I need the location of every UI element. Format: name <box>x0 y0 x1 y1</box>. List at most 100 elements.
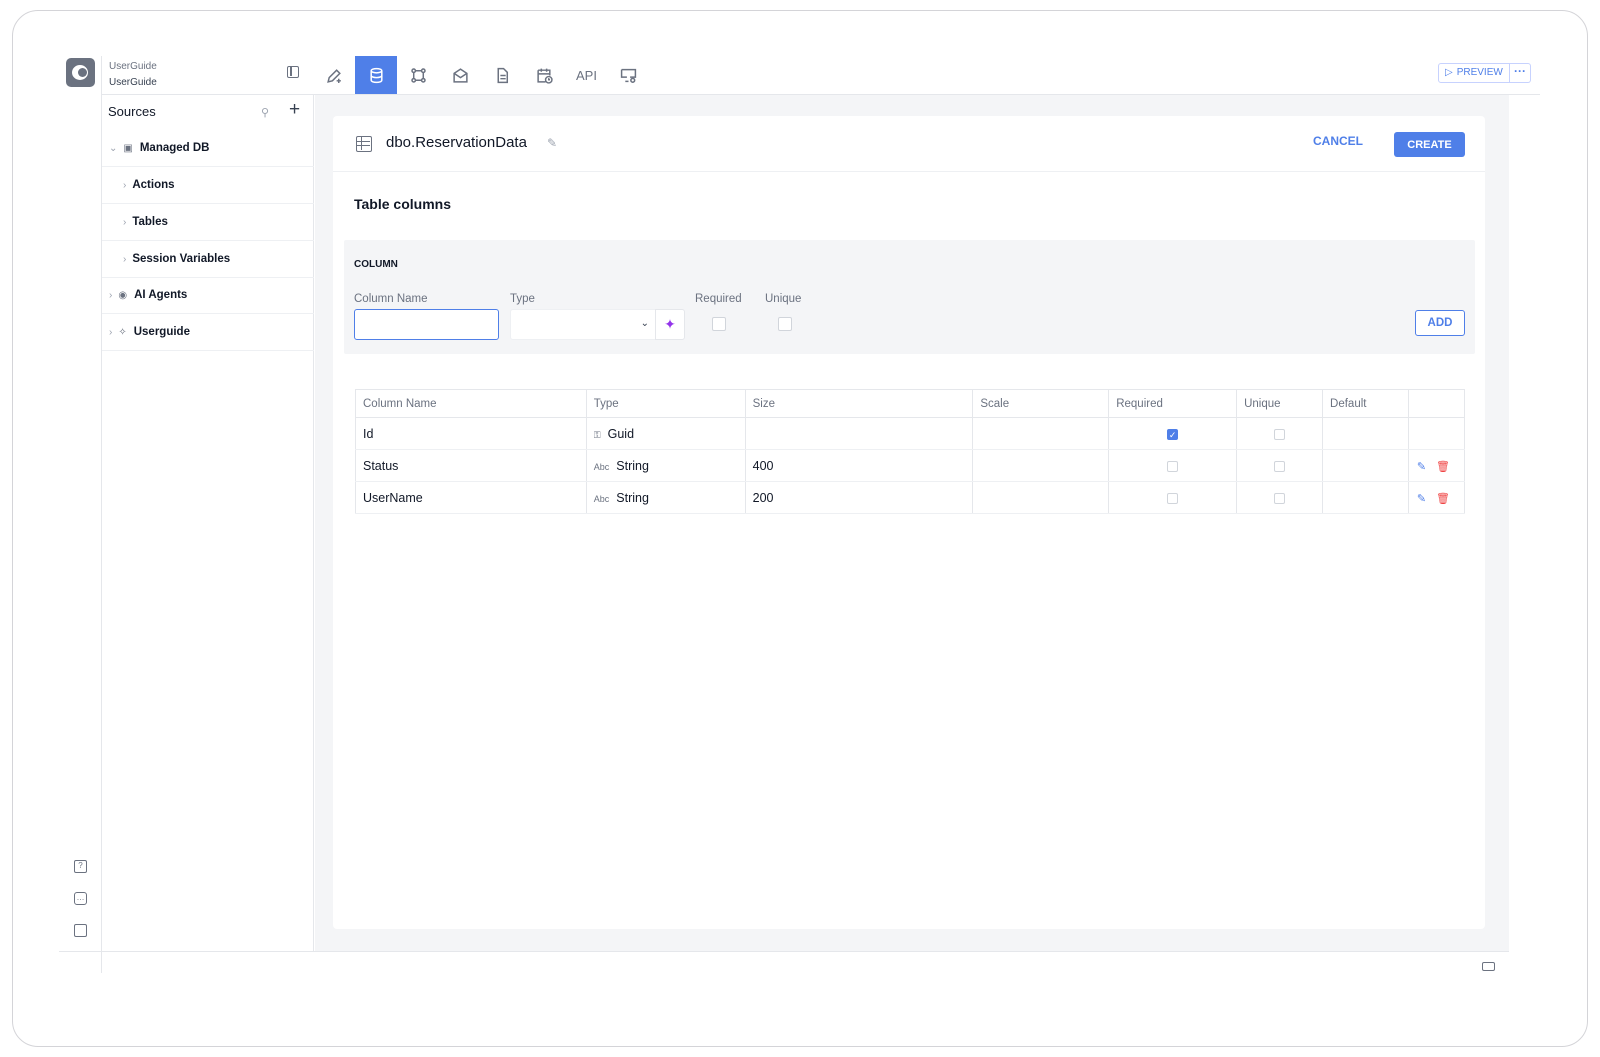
required-checkbox[interactable] <box>1167 460 1179 472</box>
tree-item-userguide[interactable]: › ✧ Userguide <box>102 314 314 351</box>
tree-item-label: Tables <box>132 216 168 228</box>
envelope-icon <box>453 67 468 83</box>
tab-scheduler[interactable] <box>523 56 565 94</box>
add-source-icon[interactable]: + <box>289 99 300 121</box>
header-scale: Scale <box>972 389 1110 418</box>
tab-workflows[interactable] <box>397 56 439 94</box>
database-icon <box>370 67 383 83</box>
tab-api[interactable]: API <box>565 56 607 94</box>
tree-item-actions[interactable]: › Actions <box>102 167 314 204</box>
chevron-down-icon: ⌄ <box>109 142 118 154</box>
tab-email[interactable] <box>439 56 481 94</box>
unique-checkbox[interactable] <box>1274 460 1286 472</box>
columns-table: Column Name Type Size Scale Required Uni… <box>355 389 1466 514</box>
header-size: Size <box>745 389 974 418</box>
text-type-icon: Abc <box>593 461 610 472</box>
chevron-right-icon: › <box>123 253 127 265</box>
cell-required <box>1108 481 1238 514</box>
cell-unique <box>1236 417 1324 450</box>
table-row[interactable]: UserName Abc String 200 ✎ 🗑 <box>355 481 1466 514</box>
cell-required: ✓ <box>1108 417 1238 450</box>
tree-item-session-variables[interactable]: › Session Variables <box>102 241 314 278</box>
header-column-name: Column Name <box>355 389 587 418</box>
app-shell: ? … UserGuide UserGuide API ▷ PREVIEW ··… <box>59 56 1540 973</box>
key-icon: ⚿ <box>593 429 601 440</box>
trash-icon[interactable]: 🗑 <box>1436 461 1450 473</box>
edit-name-icon[interactable]: ✎ <box>547 136 557 150</box>
main-area: dbo.ReservationData ✎ CANCEL CREATE Tabl… <box>315 95 1509 952</box>
unique-checkbox[interactable] <box>1274 492 1286 504</box>
table-header-row: Column Name Type Size Scale Required Uni… <box>355 389 1466 418</box>
app-logo[interactable] <box>66 58 95 87</box>
required-checkbox[interactable] <box>712 317 726 331</box>
eye-icon: ◉ <box>118 289 128 301</box>
tab-design[interactable] <box>313 56 355 94</box>
cell-actions <box>1408 417 1466 450</box>
header-actions <box>1408 389 1466 418</box>
tab-data[interactable] <box>355 56 397 94</box>
cancel-button[interactable]: CANCEL <box>1313 134 1363 148</box>
edit-icon[interactable]: ✎ <box>1417 461 1426 473</box>
panel-header: COLUMN <box>354 259 398 270</box>
required-checkbox[interactable] <box>1167 492 1179 504</box>
search-icon[interactable]: ⚲ <box>261 106 269 119</box>
cell-actions: ✎ 🗑 <box>1408 449 1466 482</box>
tree-item-managed-db[interactable]: ⌄ ▣ Managed DB <box>102 130 314 167</box>
chevron-right-icon: › <box>123 216 127 228</box>
tab-documents[interactable] <box>481 56 523 94</box>
status-bar-divider <box>59 951 1509 952</box>
cell-required <box>1108 449 1238 482</box>
required-label: Required <box>695 293 742 305</box>
help-icon[interactable]: ? <box>74 860 87 873</box>
create-button[interactable]: CREATE <box>1394 132 1465 157</box>
ai-suggest-button[interactable]: ✦ <box>655 309 685 340</box>
cell-scale <box>972 481 1110 514</box>
unique-checkbox[interactable] <box>1274 428 1286 440</box>
trash-icon[interactable]: 🗑 <box>1436 493 1450 505</box>
tree-item-tables[interactable]: › Tables <box>102 204 314 241</box>
column-name-input[interactable] <box>354 309 499 340</box>
type-value: String <box>616 490 649 505</box>
header-default: Default <box>1322 389 1409 418</box>
unique-checkbox[interactable] <box>778 317 792 331</box>
workflow-icon <box>411 67 426 83</box>
table-editor-card: dbo.ReservationData ✎ CANCEL CREATE Tabl… <box>333 116 1485 929</box>
table-icon <box>356 136 372 152</box>
cell-name: UserName <box>355 481 587 514</box>
type-value: Guid <box>607 426 635 441</box>
chevron-right-icon: › <box>109 289 113 301</box>
tree-item-label: AI Agents <box>134 289 188 301</box>
chat-icon[interactable]: … <box>74 892 87 905</box>
required-checkbox-checked[interactable]: ✓ <box>1167 428 1179 440</box>
sparkle-icon: ✧ <box>118 326 127 338</box>
preview-button[interactable]: ▷ PREVIEW <box>1438 63 1510 83</box>
tree-item-label: Session Variables <box>132 253 231 265</box>
keyboard-icon[interactable] <box>1482 962 1495 971</box>
type-select[interactable]: ⌄ <box>510 309 656 340</box>
type-label: Type <box>510 293 535 305</box>
table-row[interactable]: Id ⚿ Guid ✓ <box>355 417 1466 450</box>
cell-name: Status <box>355 449 587 482</box>
cell-type: Abc String <box>586 449 746 482</box>
edit-icon[interactable]: ✎ <box>1417 493 1426 505</box>
header-unique: Unique <box>1236 389 1324 418</box>
cell-size <box>745 417 974 450</box>
section-title: Table columns <box>354 196 451 212</box>
column-name-label: Column Name <box>354 293 428 305</box>
table-name: dbo.ReservationData <box>386 134 527 151</box>
tree-item-ai-agents[interactable]: › ◉ AI Agents <box>102 277 314 314</box>
more-options-button[interactable]: ··· <box>1510 63 1531 83</box>
monitor-settings-icon <box>620 68 637 83</box>
cell-scale <box>972 417 1110 450</box>
add-column-button[interactable]: ADD <box>1415 310 1465 336</box>
tab-presentation[interactable] <box>607 56 649 94</box>
unique-label: Unique <box>765 293 802 305</box>
editor-header: dbo.ReservationData ✎ CANCEL CREATE <box>333 116 1485 172</box>
tree-item-label: Actions <box>132 179 175 191</box>
collapse-sidebar-icon[interactable] <box>287 66 299 78</box>
table-row[interactable]: Status Abc String 400 ✎ 🗑 <box>355 449 1466 482</box>
book-icon[interactable] <box>74 924 87 937</box>
workspace-name: UserGuide <box>109 61 157 72</box>
text-type-icon: Abc <box>593 493 610 504</box>
database-icon: ▣ <box>123 142 133 154</box>
